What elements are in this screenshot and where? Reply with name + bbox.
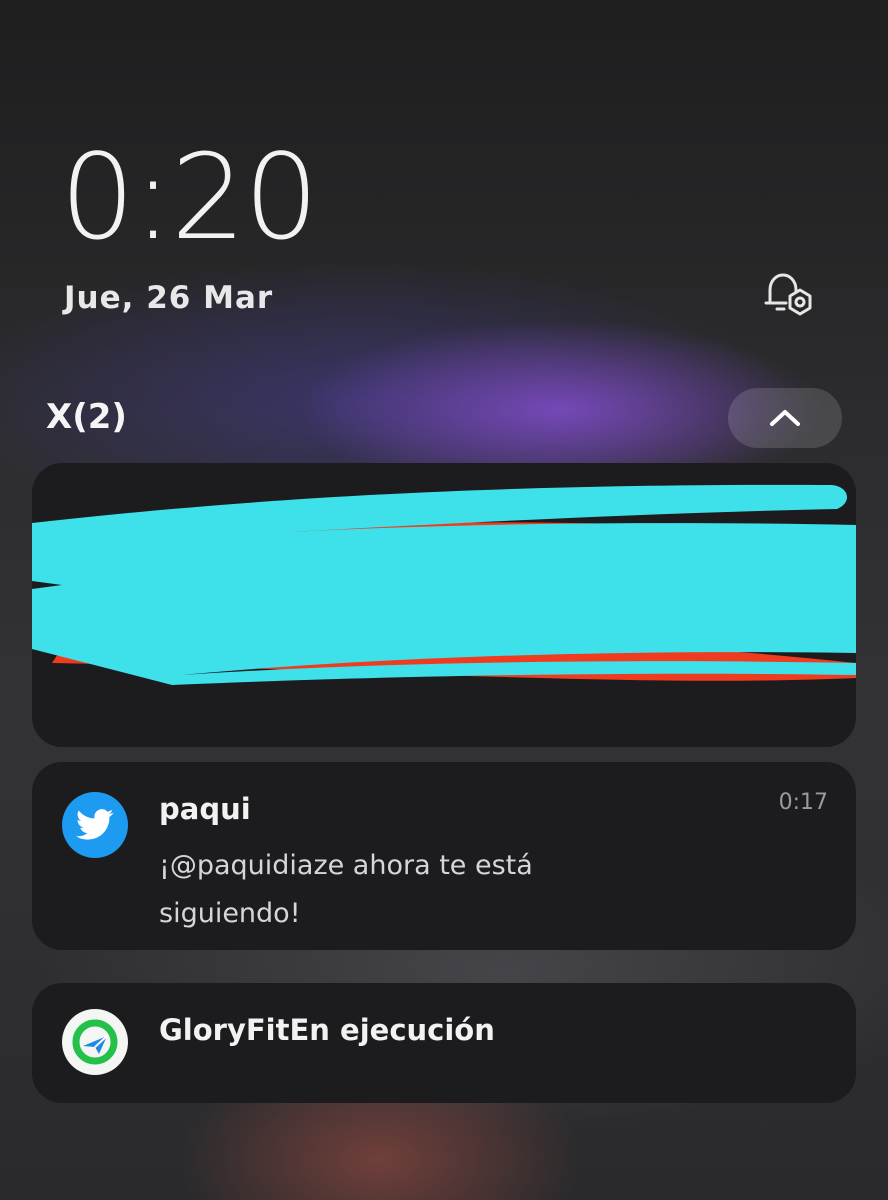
chevron-up-icon	[770, 410, 800, 426]
lockscreen-clock: 0:20	[60, 128, 319, 266]
notification-time: 0:17	[778, 790, 828, 815]
collapse-group-button[interactable]	[728, 388, 842, 448]
lockscreen-date: Jue, 26 Mar	[64, 280, 274, 316]
notification-body: ¡@paquidiaze ahora te está siguiendo!	[159, 850, 533, 929]
notification-card[interactable]: paqui 0:17 ¡@paquidiaze ahora te está si…	[32, 762, 856, 950]
redaction-scribble	[32, 484, 856, 685]
notification-title: paqui	[159, 792, 251, 826]
twitter-bird-icon	[62, 792, 128, 858]
notification-settings-icon[interactable]	[760, 270, 816, 320]
redacted-notification-card[interactable]	[32, 463, 856, 747]
notification-title: GloryFitEn ejecución	[159, 1013, 495, 1047]
notification-card[interactable]: GloryFitEn ejecución	[32, 983, 856, 1103]
notification-group-title: X(2)	[46, 397, 127, 437]
gloryfit-icon	[62, 1009, 128, 1075]
